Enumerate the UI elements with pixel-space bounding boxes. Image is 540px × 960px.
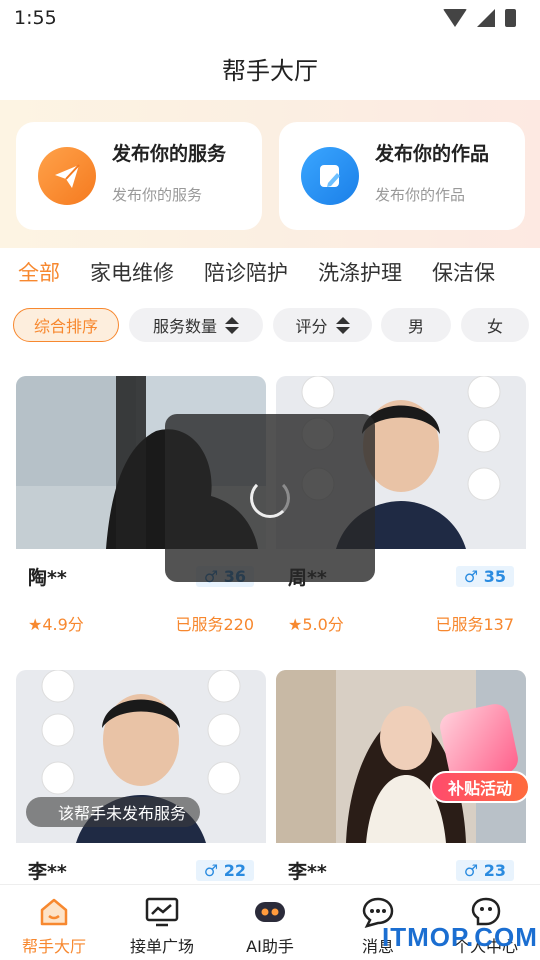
edit-note-icon [301, 147, 359, 205]
filter-label: 评分 [295, 317, 328, 336]
helper-name: 李** [28, 860, 67, 883]
subsidy-promo[interactable]: 补贴活动 [430, 701, 530, 803]
tabbar-helper-hall[interactable]: 帮手大厅 [0, 885, 108, 960]
signal-icon [477, 9, 495, 27]
loading-spinner-icon [250, 478, 290, 518]
tab-medical-escort[interactable]: 陪诊陪护 [204, 256, 288, 304]
loading-overlay [165, 414, 375, 582]
filter-label: 综合排序 [33, 317, 98, 336]
badge-count: 22 [223, 860, 246, 880]
battery-icon [505, 9, 516, 27]
rating-value: 5.0分 [302, 615, 344, 634]
no-service-note: 该帮手未发布服务 [26, 797, 201, 827]
publish-works-subtitle: 发布你的作品 [375, 186, 466, 204]
tab-laundry-care[interactable]: 洗涤护理 [318, 256, 402, 304]
robot-icon [253, 895, 287, 929]
tabbar-label: 帮手大厅 [21, 937, 86, 956]
tabbar-label: AI助手 [246, 937, 294, 956]
gender-count-badge: ♂ 35 [455, 565, 514, 587]
gender-count-badge: ♂ 22 [195, 859, 254, 881]
served-count: 已服务137 [435, 615, 514, 634]
tabbar-label: 接单广场 [129, 937, 194, 956]
rating: ★5.0分 [288, 611, 344, 635]
monitor-icon [145, 895, 179, 929]
filter-female[interactable]: 女 [461, 308, 529, 342]
filter-label: 女 [486, 317, 503, 336]
filter-overall-sort[interactable]: 综合排序 [13, 308, 119, 342]
badge-count: 35 [483, 566, 506, 586]
home-icon [37, 895, 71, 929]
male-icon: ♂ [203, 860, 219, 880]
tab-all[interactable]: 全部 [18, 256, 60, 304]
tabbar-order-square[interactable]: 接单广场 [108, 885, 216, 960]
male-icon: ♂ [463, 860, 479, 880]
badge-count: 23 [483, 860, 506, 880]
status-icons [443, 9, 516, 27]
star-icon: ★ [288, 615, 303, 634]
filter-label: 服务数量 [152, 317, 217, 336]
publish-works-card[interactable]: 发布你的作品 发布你的作品 [279, 122, 525, 230]
filter-label: 男 [407, 317, 424, 336]
helper-photo: 该帮手未发布服务 [16, 670, 266, 843]
tabbar-ai-assistant[interactable]: AI助手 [216, 885, 324, 960]
helper-card[interactable]: 该帮手未发布服务 李** ♂ 22 [16, 670, 266, 883]
filter-bar: 综合排序 服务数量 评分 男 女 [0, 308, 540, 344]
publish-works-title: 发布你的作品 [375, 143, 490, 165]
tab-cleaning[interactable]: 保洁保 [432, 256, 495, 304]
filter-rating[interactable]: 评分 [273, 308, 372, 342]
publish-service-title: 发布你的服务 [112, 143, 227, 165]
star-icon: ★ [28, 615, 43, 634]
publish-banner: 发布你的服务 发布你的服务 发布你的作品 发布你的作品 [0, 100, 540, 248]
wifi-icon [443, 9, 467, 27]
filter-male[interactable]: 男 [381, 308, 451, 342]
sort-arrows-icon [335, 316, 350, 334]
site-watermark: ITMOP.COM [382, 922, 538, 952]
status-bar: 1:55 [0, 0, 540, 36]
helper-name: 李** [288, 860, 327, 883]
paper-plane-icon [38, 147, 96, 205]
category-tabs: 全部 家电维修 陪诊陪护 洗涤护理 保洁保 [0, 256, 540, 304]
status-time: 1:55 [14, 7, 57, 29]
male-icon: ♂ [463, 566, 479, 586]
tab-appliance-repair[interactable]: 家电维修 [90, 256, 174, 304]
helper-name: 陶** [28, 566, 67, 589]
rating-value: 4.9分 [42, 615, 84, 634]
page-header: 帮手大厅 [0, 36, 540, 100]
sort-arrows-icon [225, 316, 239, 334]
rating: ★4.9分 [28, 611, 84, 635]
filter-service-count[interactable]: 服务数量 [129, 308, 263, 342]
page-title: 帮手大厅 [222, 56, 318, 85]
publish-service-subtitle: 发布你的服务 [112, 186, 203, 204]
served-count: 已服务220 [175, 615, 254, 634]
promo-label: 补贴活动 [430, 771, 530, 803]
gender-count-badge: ♂ 23 [455, 859, 514, 881]
publish-service-card[interactable]: 发布你的服务 发布你的服务 [16, 122, 262, 230]
